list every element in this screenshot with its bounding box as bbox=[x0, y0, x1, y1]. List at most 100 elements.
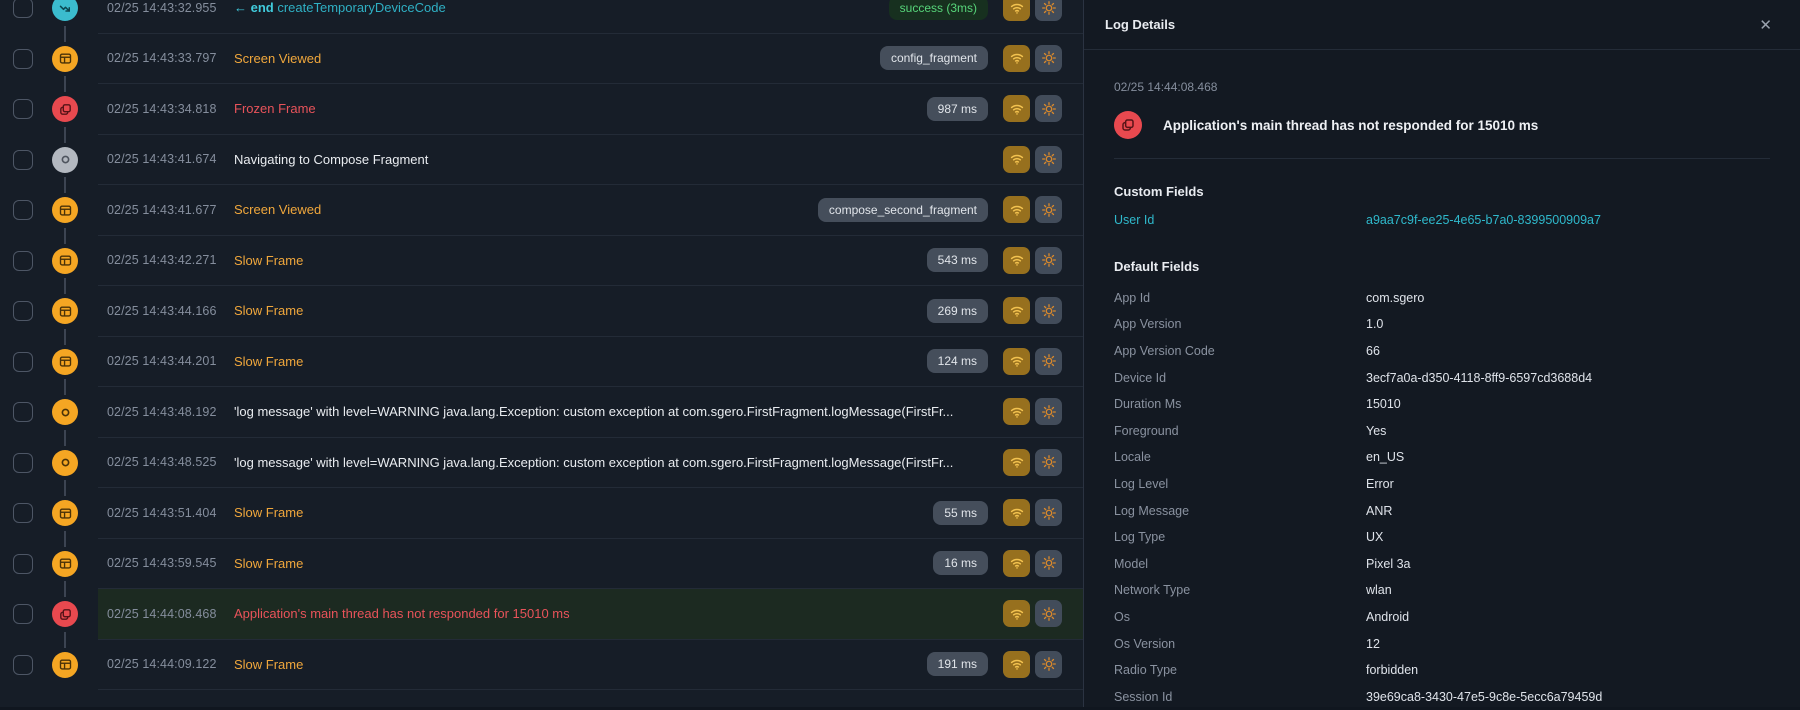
field-label: Log Type bbox=[1114, 530, 1366, 544]
row-actions bbox=[1003, 297, 1062, 324]
field-row: Os Android bbox=[1114, 604, 1764, 631]
log-icon bbox=[52, 450, 78, 476]
log-row[interactable]: 02/25 14:43:33.797 Screen Viewed config_… bbox=[98, 34, 1083, 85]
row-checkbox[interactable] bbox=[13, 0, 33, 18]
field-label: Device Id bbox=[1114, 371, 1366, 385]
log-row[interactable]: 02/25 14:43:41.674 Navigating to Compose… bbox=[98, 135, 1083, 186]
log-row[interactable]: 02/25 14:43:48.192 'log message' with le… bbox=[98, 387, 1083, 438]
network-wifi-button[interactable] bbox=[1003, 398, 1030, 425]
sun-button[interactable] bbox=[1035, 196, 1062, 223]
log-details-panel: Log Details ✕ 02/25 14:44:08.468 Applica… bbox=[1083, 0, 1800, 707]
row-badge: success (3ms) bbox=[889, 0, 988, 20]
sun-button[interactable] bbox=[1035, 449, 1062, 476]
network-wifi-button[interactable] bbox=[1003, 499, 1030, 526]
timeline-connector bbox=[64, 430, 66, 446]
field-label: Session Id bbox=[1114, 690, 1366, 704]
details-header: Log Details ✕ bbox=[1084, 0, 1800, 50]
log-row[interactable]: 02/25 14:43:34.818 Frozen Frame 987 ms bbox=[98, 84, 1083, 135]
field-value: 15010 bbox=[1366, 397, 1401, 411]
network-wifi-button[interactable] bbox=[1003, 0, 1030, 21]
log-row[interactable]: 02/25 14:43:42.271 Slow Frame 543 ms bbox=[98, 236, 1083, 287]
row-checkbox[interactable] bbox=[13, 655, 33, 675]
details-body: 02/25 14:44:08.468 Application's main th… bbox=[1084, 50, 1800, 710]
network-wifi-button[interactable] bbox=[1003, 449, 1030, 476]
field-value: Pixel 3a bbox=[1366, 557, 1410, 571]
sun-button[interactable] bbox=[1035, 499, 1062, 526]
timeline-row: 02/25 14:43:48.192 'log message' with le… bbox=[0, 387, 1083, 438]
close-icon[interactable]: ✕ bbox=[1759, 16, 1772, 34]
log-row[interactable]: 02/25 14:44:09.122 Slow Frame 191 ms bbox=[98, 640, 1083, 691]
field-row: App Id com.sgero bbox=[1114, 285, 1764, 312]
screen-icon bbox=[52, 551, 78, 577]
log-viewer: 02/25 14:43:32.955 ← end createTemporary… bbox=[0, 0, 1800, 707]
row-checkbox[interactable] bbox=[13, 352, 33, 372]
timeline-row: 02/25 14:43:32.955 ← end createTemporary… bbox=[0, 0, 1083, 34]
log-row[interactable]: 02/25 14:43:41.677 Screen Viewed compose… bbox=[98, 185, 1083, 236]
row-actions bbox=[1003, 247, 1062, 274]
row-checkbox[interactable] bbox=[13, 49, 33, 69]
row-checkbox[interactable] bbox=[13, 99, 33, 119]
network-wifi-button[interactable] bbox=[1003, 297, 1030, 324]
field-label: Locale bbox=[1114, 450, 1366, 464]
timeline-connector bbox=[64, 26, 66, 42]
sun-button[interactable] bbox=[1035, 398, 1062, 425]
network-wifi-button[interactable] bbox=[1003, 550, 1030, 577]
timeline-row: 02/25 14:43:33.797 Screen Viewed config_… bbox=[0, 34, 1083, 85]
log-row[interactable]: 02/25 14:43:32.955 ← end createTemporary… bbox=[98, 0, 1083, 34]
timeline-row: 02/25 14:43:44.201 Slow Frame 124 ms bbox=[0, 337, 1083, 388]
network-wifi-button[interactable] bbox=[1003, 146, 1030, 173]
sun-button[interactable] bbox=[1035, 247, 1062, 274]
sun-button[interactable] bbox=[1035, 95, 1062, 122]
row-checkbox[interactable] bbox=[13, 150, 33, 170]
timeline-row: 02/25 14:43:42.271 Slow Frame 543 ms bbox=[0, 236, 1083, 287]
network-wifi-button[interactable] bbox=[1003, 348, 1030, 375]
network-wifi-button[interactable] bbox=[1003, 95, 1030, 122]
sun-button[interactable] bbox=[1035, 651, 1062, 678]
log-row[interactable]: 02/25 14:44:08.468 Application's main th… bbox=[98, 589, 1083, 640]
field-row: User Id a9aa7c9f-ee25-4e65-b7a0-83995009… bbox=[1114, 207, 1764, 234]
timeline-row: 02/25 14:43:34.818 Frozen Frame 987 ms bbox=[0, 84, 1083, 135]
network-wifi-button[interactable] bbox=[1003, 196, 1030, 223]
sun-button[interactable] bbox=[1035, 297, 1062, 324]
network-wifi-button[interactable] bbox=[1003, 45, 1030, 72]
row-checkbox[interactable] bbox=[13, 503, 33, 523]
row-checkbox[interactable] bbox=[13, 402, 33, 422]
row-timestamp: 02/25 14:43:44.166 bbox=[107, 304, 234, 318]
default-fields-list: App Id com.sgero App Version 1.0 App Ver… bbox=[1114, 285, 1764, 710]
sun-button[interactable] bbox=[1035, 550, 1062, 577]
row-actions bbox=[1003, 499, 1062, 526]
log-row[interactable]: 02/25 14:43:44.166 Slow Frame 269 ms bbox=[98, 286, 1083, 337]
sun-button[interactable] bbox=[1035, 146, 1062, 173]
sun-button[interactable] bbox=[1035, 348, 1062, 375]
row-message: Slow Frame bbox=[234, 505, 933, 520]
field-row: Os Version 12 bbox=[1114, 630, 1764, 657]
timeline-connector bbox=[64, 76, 66, 92]
log-row[interactable]: 02/25 14:43:44.201 Slow Frame 124 ms bbox=[98, 337, 1083, 388]
panel-title: Log Details bbox=[1105, 17, 1175, 32]
row-timestamp: 02/25 14:43:41.677 bbox=[107, 203, 234, 217]
row-badge: 55 ms bbox=[933, 501, 988, 525]
row-checkbox[interactable] bbox=[13, 554, 33, 574]
row-checkbox[interactable] bbox=[13, 251, 33, 271]
log-row[interactable]: 02/25 14:43:59.545 Slow Frame 16 ms bbox=[98, 539, 1083, 590]
field-value: 1.0 bbox=[1366, 317, 1383, 331]
sun-button[interactable] bbox=[1035, 600, 1062, 627]
field-row: App Version Code 66 bbox=[1114, 338, 1764, 365]
timeline-row: 02/25 14:43:59.545 Slow Frame 16 ms bbox=[0, 539, 1083, 590]
row-actions bbox=[1003, 600, 1062, 627]
sun-button[interactable] bbox=[1035, 45, 1062, 72]
field-row: Foreground Yes bbox=[1114, 418, 1764, 445]
row-checkbox[interactable] bbox=[13, 200, 33, 220]
row-checkbox[interactable] bbox=[13, 453, 33, 473]
log-row[interactable]: 02/25 14:43:51.404 Slow Frame 55 ms bbox=[98, 488, 1083, 539]
network-wifi-button[interactable] bbox=[1003, 651, 1030, 678]
row-message: ← end createTemporaryDeviceCode bbox=[234, 0, 889, 15]
row-checkbox[interactable] bbox=[13, 604, 33, 624]
network-wifi-button[interactable] bbox=[1003, 247, 1030, 274]
network-wifi-button[interactable] bbox=[1003, 600, 1030, 627]
field-label: Log Message bbox=[1114, 504, 1366, 518]
sun-button[interactable] bbox=[1035, 0, 1062, 21]
timeline-connector bbox=[64, 480, 66, 496]
row-checkbox[interactable] bbox=[13, 301, 33, 321]
log-row[interactable]: 02/25 14:43:48.525 'log message' with le… bbox=[98, 438, 1083, 489]
